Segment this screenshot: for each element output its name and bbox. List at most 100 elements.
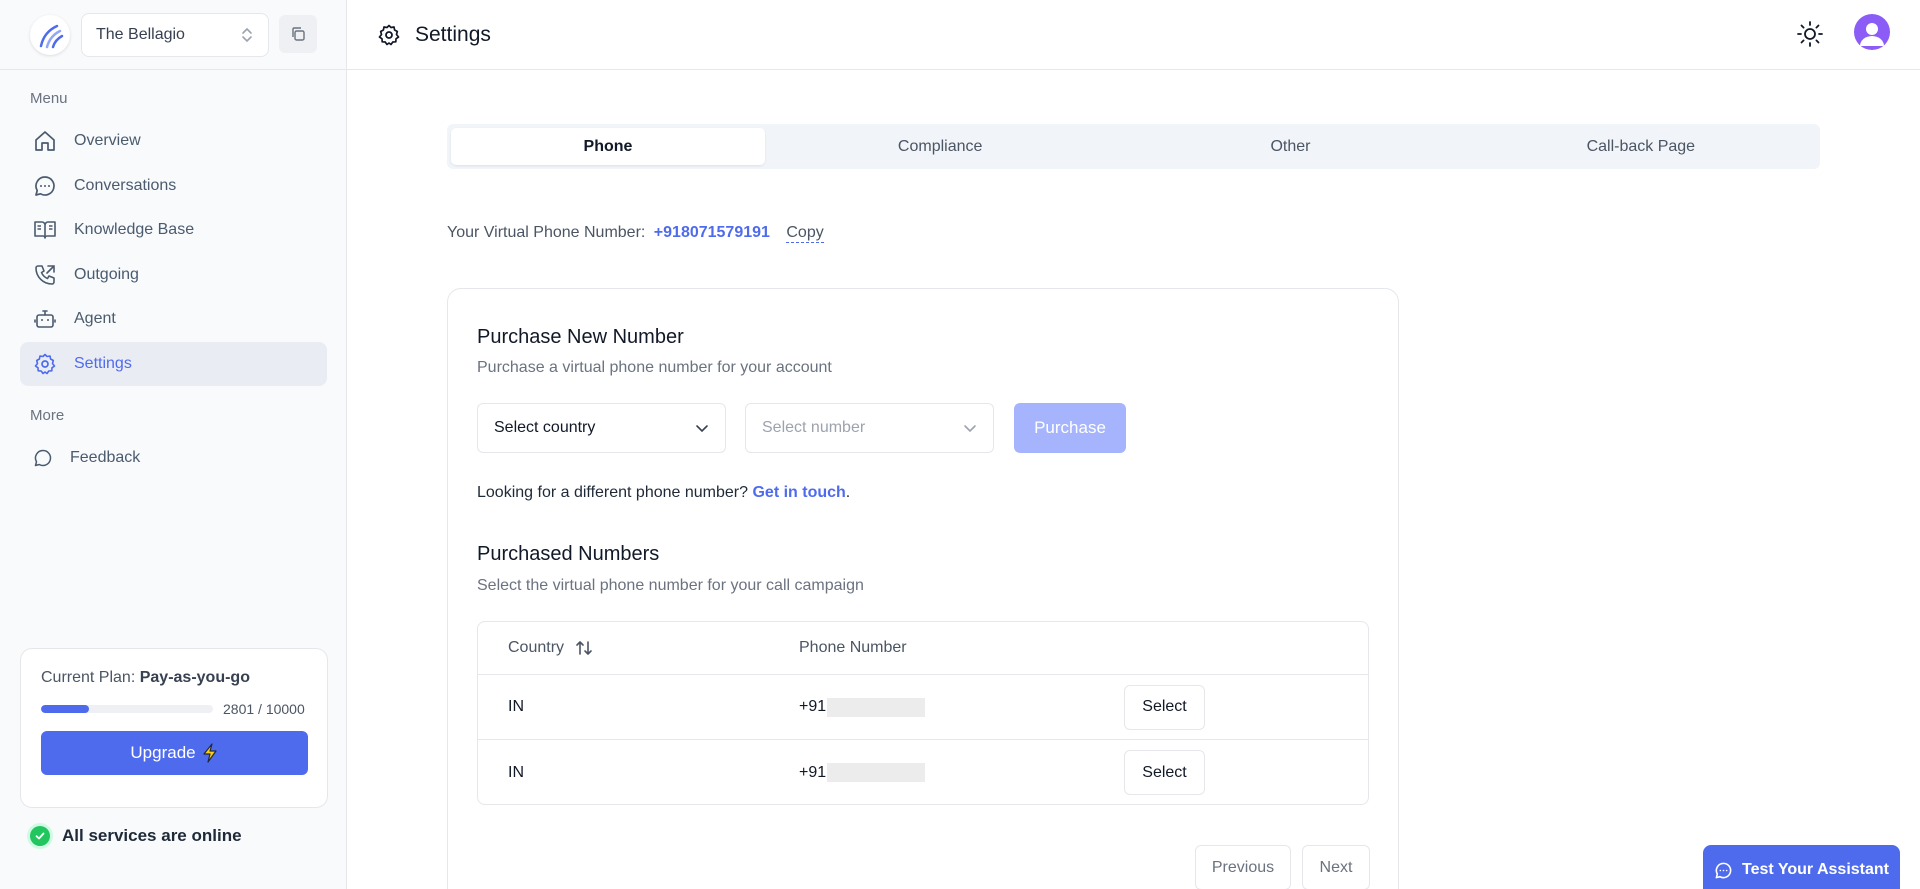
sidebar-item-settings[interactable]: Settings [20,341,327,386]
status-text: All services are online [62,826,242,845]
purchase-subtitle: Purchase a virtual phone number for your… [477,359,832,376]
home-icon [32,128,58,154]
menu-section-label: Menu [30,90,68,107]
chevron-up-down-icon [242,27,252,43]
chat-bubble-icon [32,173,58,199]
user-icon [1860,23,1884,46]
purchase-button[interactable]: Purchase [1014,403,1126,453]
sidebar-item-agent[interactable]: Agent [20,297,327,341]
logo-icon [39,24,64,49]
column-country[interactable]: Country [478,639,799,657]
help-text-body: Looking for a different phone number? [477,484,749,501]
sidebar-item-overview[interactable]: Overview [20,119,327,163]
chat-bubble-icon [1715,862,1732,879]
next-page-button[interactable]: Next [1302,845,1370,889]
column-country-label: Country [508,639,565,656]
sidebar-item-label: Overview [74,132,141,149]
number-select-value: Select number [762,419,866,436]
table-header: Country Phone Number [478,622,1368,675]
theme-toggle-button[interactable] [1796,20,1824,53]
help-text: Looking for a different phone number? Ge… [477,484,850,502]
sidebar-item-label: Conversations [74,176,177,194]
book-icon [32,217,58,243]
plan-card: Current Plan: Pay-as-you-go 2801 / 10000… [20,648,328,808]
phone-prefix: +91 [799,698,827,715]
gear-icon [32,351,58,377]
sidebar-item-label: Agent [74,310,116,327]
test-assistant-label: Test Your Assistant [1742,861,1889,878]
settings-tabs: Phone Compliance Other Call-back Page [447,124,1820,169]
tab-compliance[interactable]: Compliance [765,128,1115,165]
sidebar: The Bellagio Menu Overview Conversations [0,0,347,889]
tab-call-back-page[interactable]: Call-back Page [1466,128,1816,165]
sidebar-header: The Bellagio [0,0,346,70]
duplicate-workspace-button[interactable] [279,15,317,53]
workspace-switcher[interactable]: The Bellagio [81,13,269,57]
sidebar-item-knowledge-base[interactable]: Knowledge Base [20,208,327,252]
country-select-value: Select country [494,419,596,436]
sidebar-item-feedback[interactable]: Feedback [20,436,327,480]
upgrade-button[interactable]: Upgrade [41,731,308,775]
select-number-button[interactable]: Select [1124,750,1205,795]
sidebar-item-label: Knowledge Base [74,221,195,238]
chat-bubble-icon [32,445,54,471]
usage-meter: 2801 / 10000 [41,701,307,717]
service-status: All services are online [30,826,242,846]
upgrade-label: Upgrade [130,743,196,762]
more-nav: Feedback [20,436,327,481]
phone-outgoing-icon [32,262,58,288]
usage-bar [41,705,213,713]
number-select[interactable]: Select number [745,403,994,453]
row-phone: +91 [799,763,1124,782]
sidebar-item-label: Settings [74,354,132,372]
purchase-title: Purchase New Number [477,326,684,348]
row-country: IN [508,698,524,715]
sidebar-item-conversations[interactable]: Conversations [20,164,327,208]
get-in-touch-link[interactable]: Get in touch [752,484,845,501]
redacted-phone [827,763,926,782]
gear-icon [378,24,400,45]
purchased-subtitle: Select the virtual phone number for your… [477,577,864,594]
sidebar-item-label: Feedback [70,449,141,466]
table-row: IN +91 Select [478,740,1368,805]
plan-name: Pay-as-you-go [139,669,250,686]
workspace-name: The Bellagio [96,26,185,43]
usage-bar-fill [41,705,90,713]
test-assistant-button[interactable]: Test Your Assistant [1703,845,1900,889]
virtual-number-label: Your Virtual Phone Number: [447,224,646,241]
chevron-down-icon [696,425,708,433]
phone-settings-card: Purchase New Number Purchase a virtual p… [447,288,1399,889]
country-select[interactable]: Select country [477,403,726,453]
plan-label-text: Current Plan: [41,669,136,686]
purchased-numbers-table: Country Phone Number IN +91 Select IN +9… [477,621,1369,805]
copy-number-link[interactable]: Copy [786,224,824,243]
virtual-number-row: Your Virtual Phone Number: +918071579191… [447,224,824,243]
copy-icon [292,27,305,41]
select-number-button[interactable]: Select [1124,684,1205,730]
sidebar-item-label: Outgoing [74,265,139,283]
redacted-phone [827,697,926,717]
plan-label: Current Plan: Pay-as-you-go [41,669,307,687]
sun-icon [1797,21,1823,47]
page-title: Settings [415,22,491,46]
main-nav: Overview Conversations Knowledge Base Ou… [20,119,327,386]
tab-other[interactable]: Other [1115,128,1465,165]
virtual-number-value: +918071579191 [653,224,770,241]
sidebar-item-outgoing[interactable]: Outgoing [20,253,327,297]
previous-page-button[interactable]: Previous [1195,845,1291,889]
chevron-down-icon [964,425,976,433]
check-circle-icon [30,826,50,846]
lightning-icon [203,743,217,763]
column-phone-number: Phone Number [799,639,907,656]
phone-prefix: +91 [799,763,827,781]
row-country: IN [508,763,524,781]
usage-text: 2801 / 10000 [223,701,305,717]
more-section-label: More [30,407,65,424]
top-header: Settings [347,0,1920,70]
user-avatar[interactable] [1854,14,1890,50]
row-phone: +91 [799,697,1124,717]
app-logo[interactable] [30,15,70,55]
tab-phone[interactable]: Phone [451,128,765,165]
table-row: IN +91 Select [478,675,1368,740]
sort-icon [576,641,592,655]
